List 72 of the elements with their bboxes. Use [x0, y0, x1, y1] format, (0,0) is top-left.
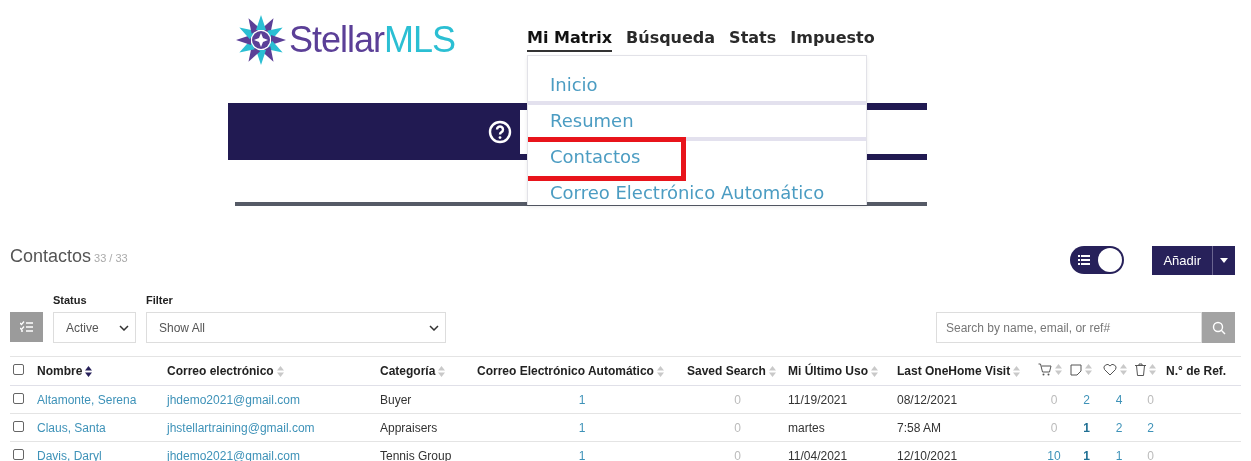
sort-icon[interactable] [85, 365, 93, 377]
add-button[interactable]: Añadir [1152, 246, 1212, 275]
select-all-checkbox[interactable] [13, 364, 24, 375]
star-logo-icon [235, 14, 287, 66]
search-input[interactable]: Search by name, email, or ref# [936, 312, 1202, 343]
column-header[interactable]: Mi Último Uso [788, 364, 868, 378]
note-icon[interactable] [1070, 363, 1082, 376]
contact-count: 33 / 33 [94, 252, 128, 264]
count-cell: 0 [1050, 392, 1058, 407]
table-cell: Buyer [380, 392, 412, 407]
table-cell: 12/10/2021 [897, 448, 958, 461]
count-cell: 1 [578, 420, 586, 435]
count-cell: 0 [1147, 392, 1154, 407]
checklist-icon [20, 321, 33, 333]
trash-icon[interactable] [1135, 363, 1146, 376]
count-cell: 1 [578, 392, 586, 407]
count-cell: 10 [1047, 448, 1061, 461]
chevron-down-icon [119, 324, 129, 331]
view-toggle[interactable] [1070, 246, 1125, 274]
count-cell: 2 [1083, 392, 1090, 407]
cart-icon[interactable] [1038, 363, 1052, 376]
row-checkbox[interactable] [13, 392, 24, 404]
help-icon[interactable] [488, 119, 512, 144]
filter-label: Filter [146, 294, 174, 306]
column-header[interactable]: N.° de Ref. [1166, 364, 1227, 378]
heart-icon[interactable] [1103, 363, 1117, 376]
contact-name-link[interactable]: Altamonte, Serena [37, 392, 137, 407]
email-link[interactable]: jhstellartraining@gmail.com [167, 420, 315, 435]
nav-tab[interactable]: Búsqueda [626, 28, 716, 52]
column-header[interactable]: Nombre [37, 364, 83, 378]
nav-tab[interactable]: Stats [729, 28, 777, 52]
table-cell: 08/12/2021 [897, 392, 958, 407]
contact-name-link[interactable]: Claus, Santa [37, 420, 106, 435]
count-cell: 2 [1115, 420, 1123, 435]
table-cell: 11/19/2021 [788, 392, 848, 407]
table-cell: martes [788, 420, 825, 435]
checklist-button[interactable] [10, 312, 43, 342]
count-cell: 0 [1050, 420, 1058, 435]
caret-icon [1220, 258, 1228, 263]
status-select[interactable]: Active [53, 312, 136, 343]
filter-select[interactable]: Show All [146, 312, 446, 343]
column-header[interactable]: Correo Electrónico Automático [477, 364, 654, 378]
column-header[interactable]: Categoría [380, 364, 436, 378]
column-header[interactable]: Saved Search [687, 364, 766, 378]
status-label: Status [53, 294, 88, 306]
count-cell: 1 [1115, 448, 1123, 461]
nav-tab[interactable]: Impuesto [790, 28, 875, 52]
count-cell: 0 [1147, 448, 1154, 461]
search-icon [1211, 320, 1226, 335]
chevron-down-icon [429, 324, 439, 331]
count-cell: 2 [1147, 420, 1154, 435]
count-cell: 4 [1115, 392, 1123, 407]
list-icon [1078, 255, 1091, 265]
table-cell: 7:58 AM [897, 420, 942, 435]
table-cell: 11/04/2021 [788, 448, 848, 461]
logo-text: Stellar [289, 19, 385, 61]
row-checkbox[interactable] [13, 420, 24, 432]
count-cell: 0 [734, 392, 741, 407]
count-cell: 1 [1083, 448, 1090, 461]
count-cell: 0 [734, 420, 741, 435]
count-cell: 1 [578, 448, 586, 461]
column-header[interactable]: Correo electrónico [167, 364, 274, 378]
count-cell: 1 [1083, 420, 1090, 435]
page-title: Contactos [10, 246, 92, 266]
count-cell: 0 [734, 448, 741, 461]
column-header[interactable]: Last OneHome Visit [897, 364, 1011, 378]
add-menu-button[interactable] [1212, 246, 1235, 275]
row-checkbox[interactable] [13, 448, 24, 460]
email-link[interactable]: jhdemo2021@gmail.com [167, 392, 300, 407]
logo-text: MLS [384, 19, 456, 61]
nav-tab[interactable]: Mi Matrix [527, 28, 613, 52]
table-cell: Appraisers [380, 420, 438, 435]
